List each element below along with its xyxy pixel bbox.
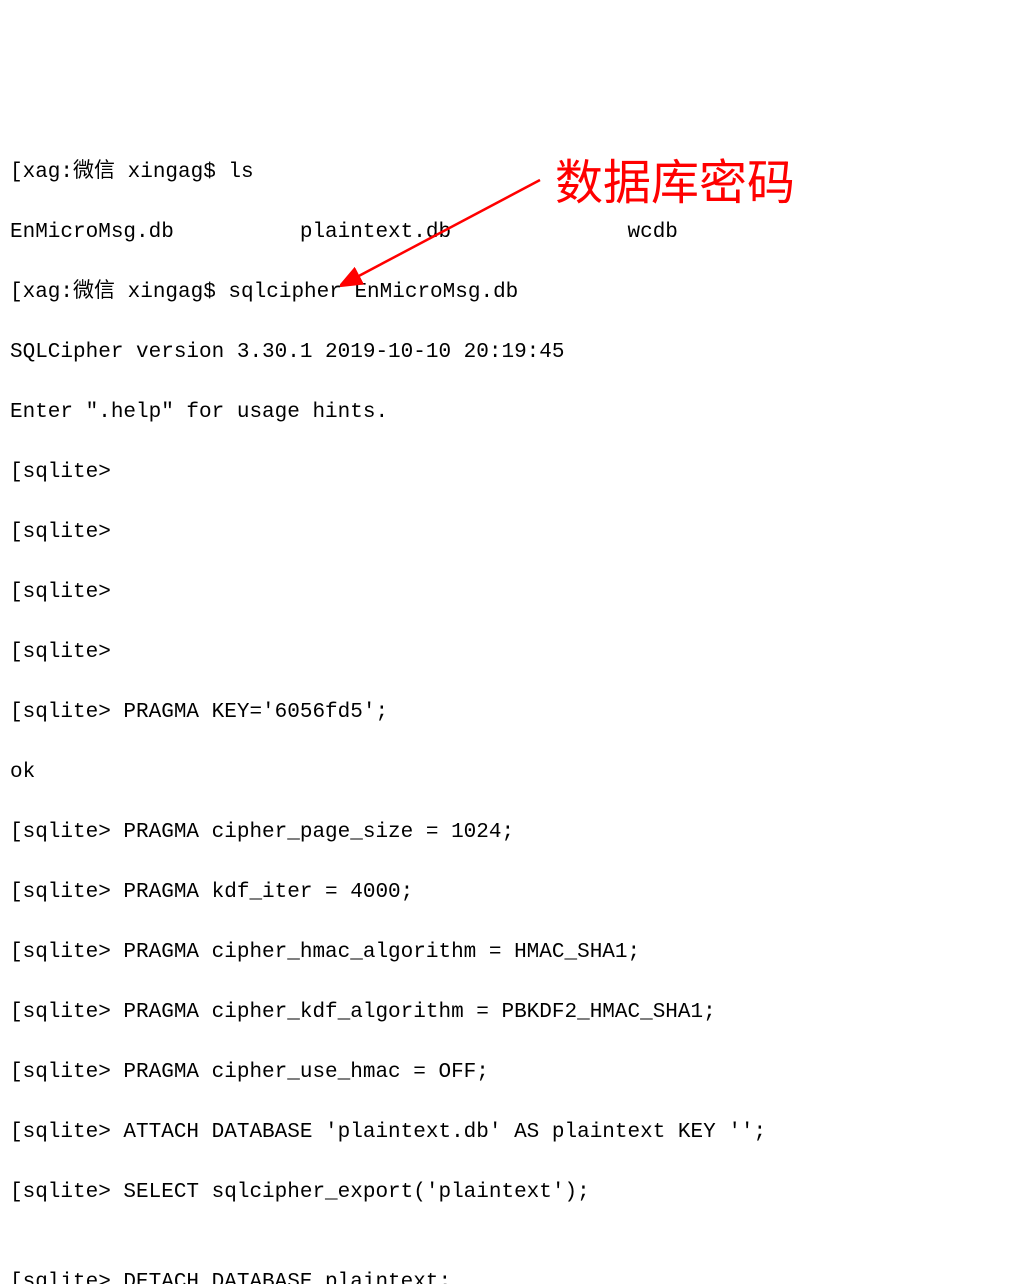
terminal-line: SQLCipher version 3.30.1 2019-10-10 20:1… [10,338,1008,368]
terminal-line: [sqlite> PRAGMA cipher_hmac_algorithm = … [10,938,1008,968]
annotation-label: 数据库密码 [555,160,795,208]
terminal-line: [sqlite> [10,578,1008,608]
terminal-line: [sqlite> [10,518,1008,548]
terminal-line: Enter ".help" for usage hints. [10,398,1008,428]
terminal-line: [sqlite> PRAGMA cipher_page_size = 1024; [10,818,1008,848]
terminal-line: [xag:微信 xingag$ ls [10,158,1008,188]
terminal-line: [sqlite> ATTACH DATABASE 'plaintext.db' … [10,1118,1008,1148]
terminal-line: [sqlite> [10,638,1008,668]
terminal-line: [sqlite> DETACH DATABASE plaintext; [10,1268,1008,1284]
terminal-line: [sqlite> PRAGMA cipher_use_hmac = OFF; [10,1058,1008,1088]
terminal-line: [sqlite> PRAGMA KEY='6056fd5'; [10,698,1008,728]
terminal-line: EnMicroMsg.db plaintext.db wcdb [10,218,1008,248]
terminal-line: [xag:微信 xingag$ sqlcipher EnMicroMsg.db [10,278,1008,308]
terminal-line: [sqlite> PRAGMA cipher_kdf_algorithm = P… [10,998,1008,1028]
terminal-line: ok [10,758,1008,788]
terminal-output[interactable]: [xag:微信 xingag$ ls EnMicroMsg.db plainte… [10,128,1008,1284]
terminal-line: [sqlite> SELECT sqlcipher_export('plaint… [10,1178,1008,1208]
terminal-line: [sqlite> PRAGMA kdf_iter = 4000; [10,878,1008,908]
terminal-line: [sqlite> [10,458,1008,488]
